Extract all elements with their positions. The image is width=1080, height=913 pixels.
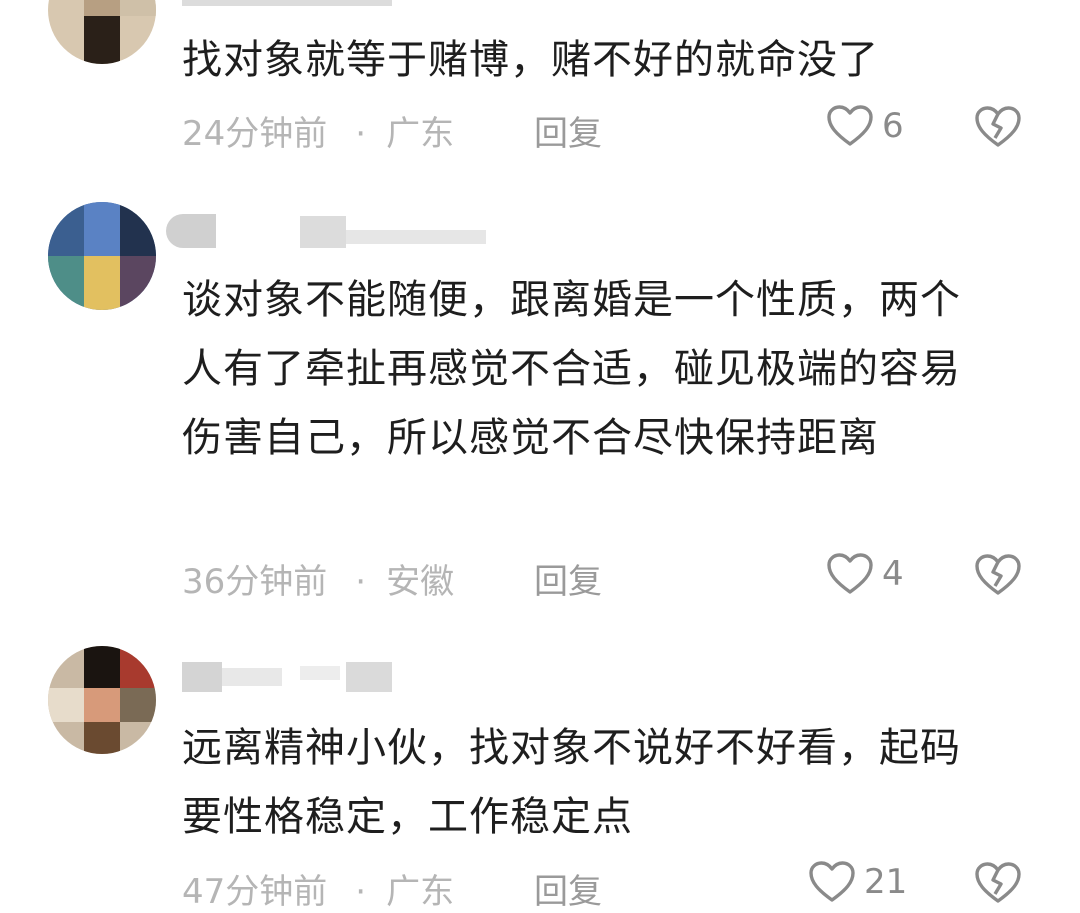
like-count: 6 [882, 106, 904, 146]
like-button[interactable]: 6 [826, 104, 904, 148]
comment-item: 远离精神小伙，找对象不说好不好看，起码要性格稳定，工作稳定点 47分钟前 · 广东 … [0, 640, 1080, 912]
username-redaction [182, 662, 222, 692]
comment-text: 远离精神小伙，找对象不说好不好看，起码要性格稳定，工作稳定点 [182, 725, 961, 840]
username-redaction [182, 0, 392, 6]
comment-time: 47分钟前 [182, 872, 328, 912]
reply-button[interactable]: 回复 [534, 864, 602, 913]
comment-meta: 47分钟前 · 广东 回复 [182, 864, 602, 913]
separator-dot: · [355, 562, 367, 602]
avatar[interactable] [48, 202, 156, 310]
broken-heart-icon[interactable] [974, 860, 1022, 906]
heart-outline-icon [827, 105, 873, 146]
username-redaction [346, 662, 392, 692]
reply-button[interactable]: 回复 [534, 106, 602, 155]
comment-time: 36分钟前 [182, 562, 328, 602]
username-redaction [346, 230, 486, 244]
broken-heart-icon[interactable] [974, 552, 1022, 598]
like-count: 4 [882, 554, 904, 594]
broken-heart-icon[interactable] [974, 104, 1022, 150]
username-redaction [222, 668, 282, 686]
comment-location: 广东 [386, 114, 455, 154]
separator-dot: · [355, 872, 367, 912]
username-redaction [300, 216, 346, 248]
like-button[interactable]: 21 [808, 860, 907, 904]
heart-outline-icon [809, 861, 855, 902]
comment-time: 24分钟前 [182, 114, 328, 154]
heart-outline-icon [827, 553, 873, 594]
comment-location: 广东 [386, 872, 455, 912]
comment-item: 谈对象不能随便，跟离婚是一个性质，两个人有了牵扯再感觉不合适，碰见极端的容易伤害… [0, 190, 1080, 620]
comment-item: 找对象就等于赌博，赌不好的就命没了 24分钟前 · 广东 回复 6 [0, 0, 1080, 170]
like-count: 21 [864, 862, 908, 902]
avatar[interactable] [48, 646, 156, 754]
reply-button[interactable]: 回复 [534, 554, 602, 603]
avatar[interactable] [48, 0, 156, 64]
comment-meta: 24分钟前 · 广东 回复 [182, 106, 602, 155]
comment-location: 安徽 [386, 562, 455, 602]
comment-text: 找对象就等于赌博，赌不好的就命没了 [182, 37, 879, 83]
comment-text: 谈对象不能随便，跟离婚是一个性质，两个人有了牵扯再感觉不合适，碰见极端的容易伤害… [182, 277, 961, 461]
comment-meta: 36分钟前 · 安徽 回复 [182, 554, 602, 603]
username-redaction [300, 666, 340, 680]
username-redaction [166, 214, 216, 248]
separator-dot: · [355, 114, 367, 154]
like-button[interactable]: 4 [826, 552, 904, 596]
